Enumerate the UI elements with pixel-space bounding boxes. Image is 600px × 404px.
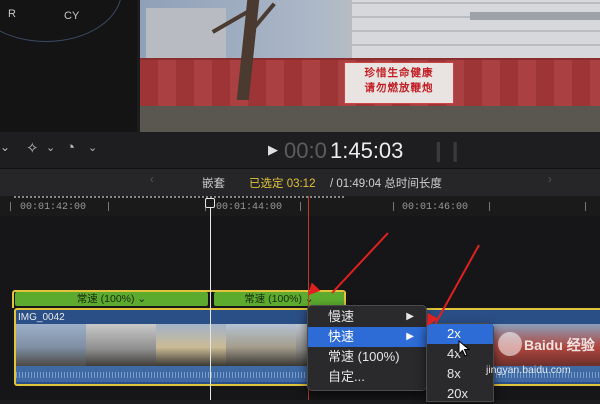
ground [140,106,600,132]
submenu-arrow-icon: ▶ [406,331,414,342]
scope-ring [0,0,122,42]
building-balcony [470,12,600,20]
submenu-item-20x[interactable]: 20x [427,384,493,404]
info-bar: ‹ 嵌套 已选定 03:12 / 01:49:04 总时间长度 › [0,168,600,197]
menu-item-fast[interactable]: 快速 ▶ [308,327,426,347]
timecode: 1:45:03 [330,138,404,163]
timecode-dim: 00:0 [284,138,327,163]
building-windows [352,0,600,58]
retime-bar-segment[interactable]: 常速 (100%) ⌄ [15,292,208,306]
timeline-ruler[interactable]: 00:01:42:00 00:01:44:00 00:01:46:00 [0,196,600,216]
nav-back-icon[interactable]: ‹ [150,174,154,186]
menu-item-label: 快速 [328,329,355,344]
playhead[interactable] [210,200,211,400]
sign-line-2: 请勿燃放鞭炮 [364,82,434,94]
menu-item-label: 慢速 [328,309,355,324]
clip-thumbnail [16,324,86,366]
video-scope-panel: R CY [0,0,137,132]
speedometer-icon[interactable]: ◔ [66,139,75,156]
chevron-down-icon[interactable]: ⌄ [88,141,97,154]
baidu-paw-icon [498,332,522,356]
fast-speed-submenu: 2x 4x 8x 20x [426,323,494,402]
range-indicator [14,196,344,198]
pause-icon: ❙❙ [430,140,464,162]
ruler-tick-label: 00:01:46:00 [402,202,469,213]
chevron-down-icon[interactable]: ⌄ [0,140,10,154]
clip-thumbnail [156,324,226,366]
watermark-url: jingyan.baidu.com [486,364,571,376]
nav-forward-icon[interactable]: › [548,174,552,186]
clip-thumbnail [226,324,296,366]
clip-name: IMG_0042 [18,312,65,323]
menu-item-custom[interactable]: 自定... [308,367,426,387]
chevron-down-icon[interactable]: ⌄ [46,141,55,154]
viewer-frame: 珍惜生命健康 请勿燃放鞭炮 [140,0,600,132]
submenu-item-8x[interactable]: 8x [427,364,493,384]
nested-label: 嵌套 [202,178,225,190]
mouse-cursor-icon [458,340,471,357]
clip-thumbnail [86,324,156,366]
magic-wand-icon[interactable]: ✧ [26,139,39,157]
sign-line-1: 珍惜生命健康 [364,67,434,79]
ruler-tick-label: 00:01:44:00 [216,202,283,213]
menu-item-normal-speed[interactable]: 常速 (100%) [308,347,426,367]
menu-item-slow[interactable]: 慢速 ▶ [308,307,426,327]
scope-label-r: R [8,8,16,20]
submenu-arrow-icon: ▶ [406,311,414,322]
wall-sign: 珍惜生命健康 请勿燃放鞭炮 [344,62,454,104]
retime-context-menu: 慢速 ▶ 快速 ▶ 常速 (100%) 自定... [307,305,427,391]
total-duration: / 01:49:04 总时间长度 [330,178,442,190]
ruler-tick-label: 00:01:42:00 [20,202,87,213]
scope-label-cy: CY [64,10,80,22]
playhead-handle[interactable] [205,198,215,208]
toolbar: ⌄ ✧ ⌄ ◔ ⌄ ▶ 00:0 1:45:03 ❙❙ [0,132,600,168]
watermark-brand: Baidu 经验 [524,337,595,353]
retime-bar-segment[interactable]: 常速 (100%) ⌄ [214,292,344,306]
selected-duration: 已选定 03:12 [249,178,316,190]
play-button[interactable]: ▶ [268,142,278,158]
